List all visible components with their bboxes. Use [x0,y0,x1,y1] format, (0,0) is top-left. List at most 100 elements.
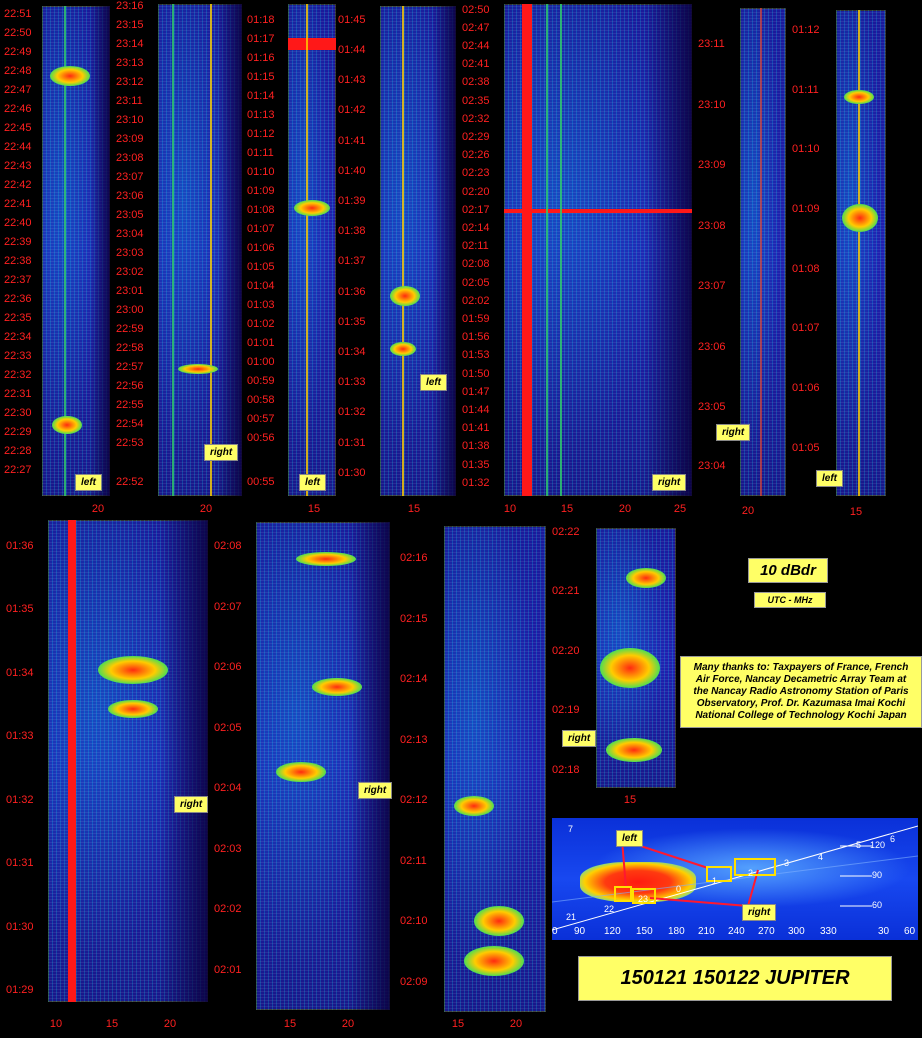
spectrogram [444,526,546,1012]
track-number: 0 [676,884,682,894]
time-label: 23:08 [698,220,726,232]
map-x-tick: 120 [604,926,621,937]
time-label: 23:01 [116,285,144,297]
time-label: 01:29 [6,984,34,996]
time-label: 01:01 [247,337,275,349]
map-x-tick: 210 [698,926,715,937]
time-label: 22:54 [116,418,144,430]
polarization-tag: right [652,474,687,491]
time-label: 02:01 [214,964,242,976]
time-label: 01:35 [462,459,490,471]
time-label: 00:58 [247,394,275,406]
time-label: 23:02 [116,266,144,278]
map-y-tick: 60 [872,900,883,910]
polarization-tag: right [358,782,393,799]
time-label: 22:33 [4,350,32,362]
time-axis: 02:16 02:15 02:14 02:13 02:12 02:11 02:1… [400,552,440,992]
time-label: 02:50 [462,4,490,16]
time-label: 01:39 [338,195,366,207]
time-label: 22:45 [4,122,32,134]
time-label: 00:55 [247,476,275,488]
freq-tick: 15 [407,503,421,515]
time-label: 22:44 [4,141,32,153]
time-axis: 23:11 23:10 23:09 23:08 23:07 23:06 23:0… [698,38,738,472]
spectrogram [288,4,336,496]
time-label: 23:11 [116,95,143,107]
time-label: 22:41 [4,198,32,210]
time-label: 01:59 [462,313,490,325]
polarization-tag: right [562,730,597,747]
time-label: 02:03 [214,843,242,855]
time-label: 01:37 [338,255,366,267]
time-label: 01:42 [338,104,366,116]
time-label: 01:41 [338,135,366,147]
time-axis: 01:12 01:11 01:10 01:09 01:08 01:07 01:0… [792,24,832,454]
time-label: 01:36 [338,286,366,298]
time-label: 02:12 [400,794,428,806]
time-label: 22:57 [116,361,144,373]
time-label: 01:02 [247,318,275,330]
polarization-tag: left [420,374,447,391]
spectrogram-panel-5: 02:50 02:47 02:44 02:41 02:38 02:35 02:3… [460,0,696,520]
cml-io-phase-map: 7 6 5 4 3 2 1 0 23 22 21 120 90 60 left … [552,818,918,940]
time-label: 23:15 [116,19,144,31]
time-label: 23:09 [698,159,726,171]
time-label: 01:12 [792,24,820,36]
time-label: 01:07 [247,223,275,235]
freq-tick: 20 [163,1018,177,1030]
track-number: 7 [568,824,574,834]
time-label: 22:32 [4,369,32,381]
track-number: 4 [818,852,824,862]
time-label: 01:40 [338,165,366,177]
time-label: 02:15 [400,613,428,625]
time-label: 02:22 [552,526,580,538]
polarization-tag: right [716,424,751,441]
time-label: 01:56 [462,331,490,343]
map-x-tick: 60 [904,926,916,937]
freq-tick: 20 [741,505,755,517]
time-label: 22:38 [4,255,32,267]
time-label: 22:37 [4,274,32,286]
spectrogram-panel-8: 01:36 01:35 01:34 01:33 01:32 01:31 01:3… [0,518,212,1038]
time-label: 01:45 [338,14,366,26]
time-axis: 01:45 01:44 01:43 01:42 01:41 01:40 01:3… [338,14,378,484]
time-label: 23:08 [116,152,144,164]
track-number: 6 [890,834,896,844]
freq-tick: 15 [849,506,863,518]
time-label: 23:05 [116,209,144,221]
time-label: 01:05 [247,261,275,273]
time-label: 02:18 [552,764,580,776]
time-label: 02:11 [462,240,489,252]
time-label: 22:55 [116,399,144,411]
freq-tick: 15 [560,503,574,515]
map-overlay [552,825,918,931]
polarization-tag: left [816,470,843,487]
time-label: 02:19 [552,704,580,716]
time-label: 22:53 [116,437,144,449]
freq-tick: 15 [283,1018,297,1030]
freq-tick: 15 [105,1018,119,1030]
time-label: 01:07 [792,322,820,334]
spectrogram [836,10,886,496]
time-label: 02:26 [462,149,490,161]
map-tag-right: right [742,904,777,921]
map-y-tick: 120 [870,840,886,850]
freq-tick: 15 [623,794,637,806]
time-label: 22:51 [4,8,32,20]
time-label: 23:06 [698,341,726,353]
time-label: 02:05 [214,722,242,734]
spectrogram-panel-10: 02:16 02:15 02:14 02:13 02:12 02:11 02:1… [396,518,552,1038]
polarization-tag: left [299,474,326,491]
time-label: 22:48 [4,65,32,77]
time-label: 23:06 [116,190,144,202]
spectrogram [48,520,208,1002]
time-label: 01:05 [792,442,820,454]
freq-tick: 20 [341,1018,355,1030]
time-label: 23:05 [698,401,726,413]
time-label: 01:34 [6,667,34,679]
time-label: 22:35 [4,312,32,324]
time-label: 01:53 [462,349,490,361]
time-label: 01:30 [6,921,34,933]
time-label: 01:04 [247,280,275,292]
time-label: 02:35 [462,95,490,107]
